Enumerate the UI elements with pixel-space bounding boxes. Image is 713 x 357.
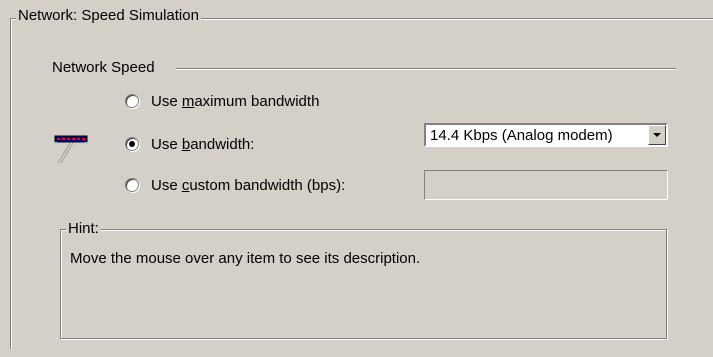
dropdown-arrow-button[interactable]: [648, 125, 666, 145]
bandwidth-select-value: 14.4 Kbps (Analog modem): [430, 127, 613, 144]
radio-custom-bandwidth-label: Use custom bandwidth (bps):: [151, 176, 346, 194]
network-speed-label: Network Speed: [52, 59, 159, 77]
hint-text: Move the mouse over any item to see its …: [70, 250, 421, 267]
speed-simulation-panel: Network: Speed Simulation Network Speed …: [0, 0, 713, 357]
group-title: Network: Speed Simulation: [16, 7, 201, 25]
radio-custom-bandwidth-button[interactable]: [125, 178, 139, 192]
network-card-icon: [54, 135, 88, 164]
radio-max-bandwidth-label: Use maximum bandwidth: [151, 92, 320, 110]
radio-bandwidth[interactable]: Use bandwidth:: [125, 134, 254, 154]
hint-group: [60, 229, 667, 339]
custom-bandwidth-input[interactable]: [424, 170, 668, 200]
bandwidth-select[interactable]: 14.4 Kbps (Analog modem): [424, 123, 668, 147]
radio-max-bandwidth-button[interactable]: [125, 94, 139, 108]
hint-title: Hint:: [66, 220, 101, 238]
section-divider: [176, 68, 676, 70]
radio-custom-bandwidth[interactable]: Use custom bandwidth (bps):: [125, 175, 345, 195]
radio-bandwidth-label: Use bandwidth:: [151, 135, 255, 153]
radio-bandwidth-button[interactable]: [125, 137, 139, 151]
radio-max-bandwidth[interactable]: Use maximum bandwidth: [125, 91, 319, 111]
